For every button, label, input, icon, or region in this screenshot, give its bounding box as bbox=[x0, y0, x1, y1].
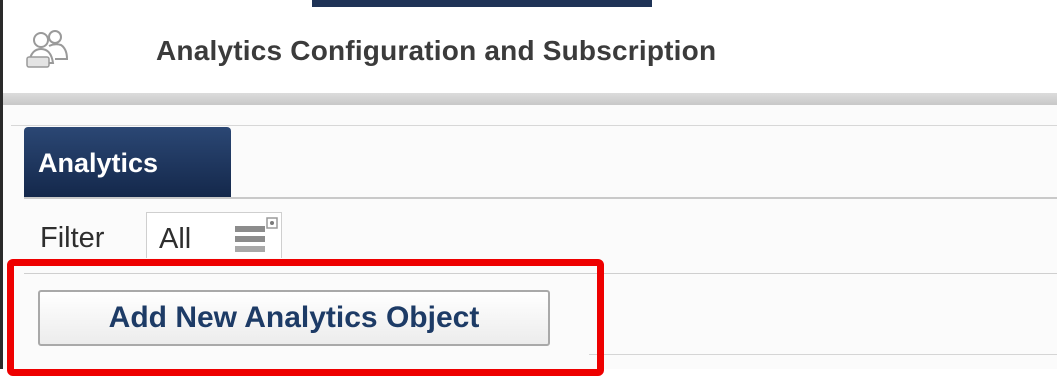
filter-label: Filter bbox=[40, 222, 105, 254]
filter-select[interactable]: All bbox=[146, 212, 282, 258]
header-separator bbox=[3, 93, 1057, 105]
filter-select-value: All bbox=[159, 223, 192, 255]
filter-divider bbox=[24, 273, 1057, 274]
panel-bottom-divider bbox=[589, 354, 1057, 355]
app-window: Analytics Configuration and Subscription… bbox=[0, 0, 1057, 376]
tab-analytics[interactable]: Analytics bbox=[24, 127, 231, 197]
panel-top-divider bbox=[11, 125, 1057, 126]
users-icon bbox=[25, 27, 71, 73]
list-dropdown-icon[interactable] bbox=[233, 216, 281, 259]
add-new-analytics-object-button[interactable]: Add New Analytics Object bbox=[38, 290, 550, 346]
top-tab-edge bbox=[312, 0, 652, 7]
page-header: Analytics Configuration and Subscription bbox=[3, 7, 1057, 93]
filter-row: Filter All bbox=[24, 199, 1057, 265]
content-panel: Analytics Filter All Add New Analytics O bbox=[3, 105, 1057, 369]
page-title: Analytics Configuration and Subscription bbox=[156, 35, 717, 66]
